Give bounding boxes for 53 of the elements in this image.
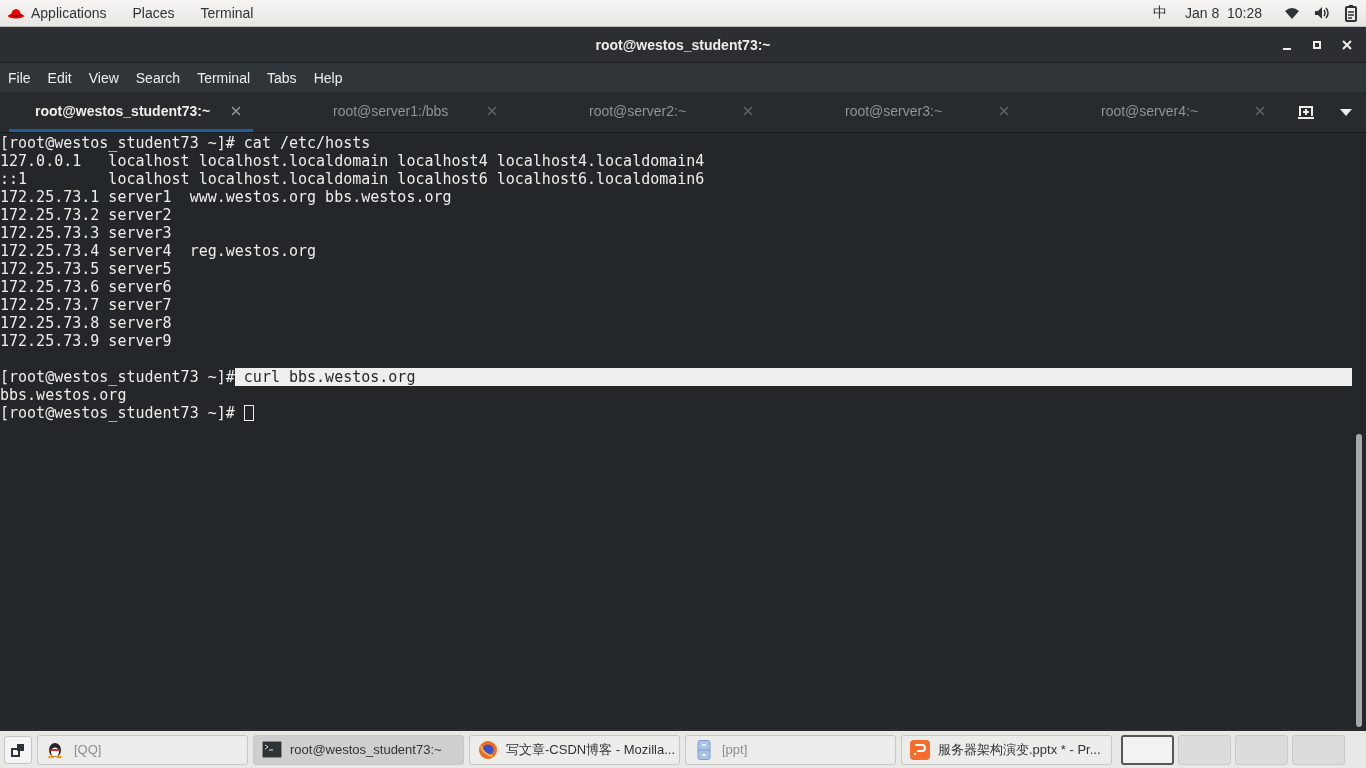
workspace-button[interactable] xyxy=(1121,734,1174,765)
terminal-line: 172.25.73.3 server3 xyxy=(0,224,172,242)
terminal-line: 172.25.73.1 server1 www.westos.org bbs.westos.org xyxy=(0,188,452,206)
cabinet-icon xyxy=(694,739,714,760)
terminal-line: [root@westos_student73 ~]# cat /etc/hosts xyxy=(0,134,371,152)
menu-item[interactable]: Help xyxy=(313,69,343,86)
terminal-line: 172.25.73.4 server4 reg.westos.org xyxy=(0,242,317,260)
menu-item[interactable]: Edit xyxy=(47,69,72,86)
hat-icon[interactable] xyxy=(8,7,24,19)
selected-text: curl bbs.westos.org xyxy=(234,368,1352,386)
maximize-icon[interactable] xyxy=(1312,39,1322,50)
terminal-line: [root@westos_student73 ~]# xyxy=(0,404,236,422)
terminal-tab[interactable]: root@server4:~ xyxy=(1033,92,1277,132)
terminal-line: ::1 localhost localhost.localdomain localhost6 localhost6.localdomain6 xyxy=(0,170,705,188)
scrollbar-thumb[interactable] xyxy=(1356,434,1362,727)
terminal-line: [root@westos_student73 ~]# xyxy=(0,368,235,386)
window-title: root@westos_student73:~ xyxy=(595,36,771,53)
close-icon[interactable] xyxy=(231,105,241,116)
terminal-line: 172.25.73.8 server8 xyxy=(0,314,172,332)
top-menu[interactable]: Terminal xyxy=(200,5,254,21)
terminal-line: 172.25.73.7 server7 xyxy=(0,296,172,314)
menu-item[interactable]: Terminal xyxy=(197,69,251,86)
top-menu[interactable]: Places xyxy=(132,5,175,21)
terminal-line: bbs.westos.org xyxy=(0,386,127,404)
taskbar-button[interactable]: 服务器架构演变.pptx * - Pr... xyxy=(901,734,1112,765)
terminal-line: 172.25.73.9 server9 xyxy=(0,332,172,350)
menu-item[interactable]: Search xyxy=(135,69,181,86)
clock[interactable]: Jan 8 10:28 xyxy=(1184,5,1262,21)
input-method-indicator[interactable]: 中 xyxy=(1152,4,1167,22)
menu-item[interactable]: View xyxy=(88,69,119,86)
terminal-tab[interactable]: root@server3:~ xyxy=(777,92,1021,132)
taskbar-button[interactable]: 写文章-CSDN博客 - Mozilla... xyxy=(469,734,680,765)
top-menu[interactable]: Applications xyxy=(31,5,107,21)
presentation-icon xyxy=(910,739,930,760)
wifi-icon[interactable] xyxy=(1284,6,1300,20)
menu-item[interactable]: Tabs xyxy=(267,69,297,86)
windows-icon xyxy=(11,742,25,757)
menu-item[interactable]: File xyxy=(8,69,31,86)
terminal-line: 172.25.73.2 server2 xyxy=(0,206,172,224)
battery-icon[interactable] xyxy=(1344,4,1358,22)
terminal-tab[interactable]: root@westos_student73:~ xyxy=(9,92,253,132)
new-tab-icon[interactable] xyxy=(1298,104,1314,120)
taskbar-button[interactable]: root@westos_student73:~ xyxy=(253,734,464,765)
dropdown-icon[interactable] xyxy=(1340,108,1352,116)
terminal-line: 172.25.73.5 server5 xyxy=(0,260,172,278)
globe-icon xyxy=(478,739,498,760)
terminal-icon xyxy=(262,739,282,760)
terminal-tab[interactable]: root@server1:/bbs xyxy=(265,92,509,132)
volume-icon[interactable] xyxy=(1314,6,1330,20)
show-desktop-button[interactable] xyxy=(4,735,32,764)
terminal-tab[interactable]: root@server2:~ xyxy=(521,92,765,132)
terminal-line: 172.25.73.6 server6 xyxy=(0,278,172,296)
terminal-line: 127.0.0.1 localhost localhost.localdomain localhost4 localhost4.localdomain4 xyxy=(0,152,705,170)
